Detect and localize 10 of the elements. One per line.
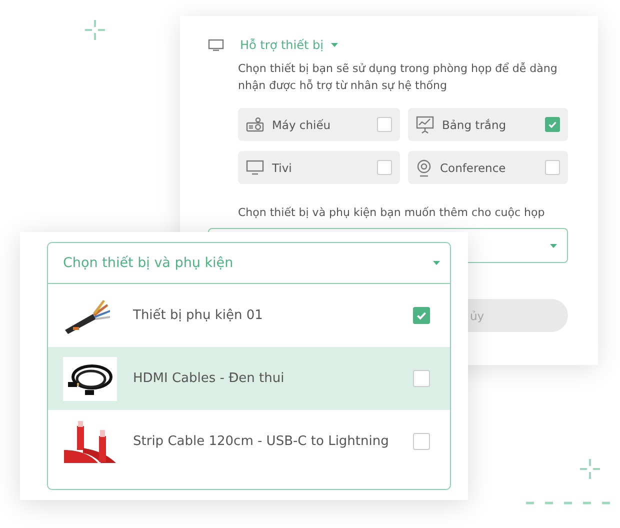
device-label: Conference bbox=[440, 160, 507, 174]
description-text: Chọn thiết bị bạn sẽ sử dụng trong phòng họp để dễ dàng nhận được hỗ trợ từ nhân sự hệ thống bbox=[238, 61, 558, 94]
option-label: Thiết bị phụ kiện 01 bbox=[133, 308, 264, 323]
device-label: Bảng trắng bbox=[442, 118, 508, 132]
select-placeholder: Chọn thiết bị và phụ kiện bbox=[63, 255, 234, 271]
device-label: Máy chiếu bbox=[272, 118, 332, 132]
accessories-label: Chọn thiết bị và phụ kiện bạn muốn thêm cho cuộc họp bbox=[238, 206, 546, 219]
option-label: Strip Cable 120cm - USB-C to Lightning bbox=[133, 434, 390, 449]
device-label: Tivi bbox=[272, 160, 293, 174]
option-label: HDMI Cables - Đen thui bbox=[133, 371, 286, 386]
